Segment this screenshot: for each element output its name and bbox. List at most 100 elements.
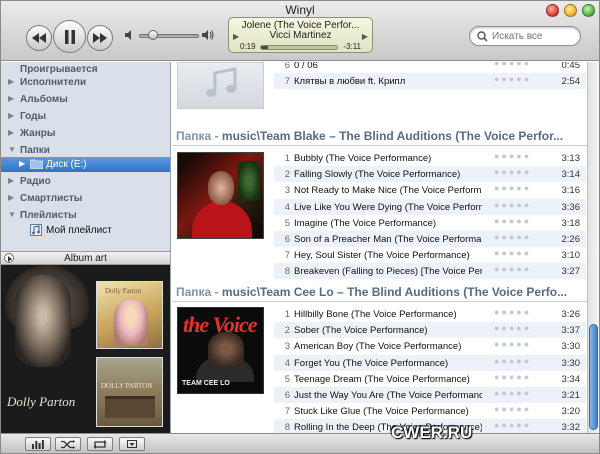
track-title: American Boy (The Voice Performance) (294, 341, 462, 353)
track-title: Stuck Like Glue (The Voice Performance) (294, 406, 469, 418)
track-duration: 3:13 (561, 153, 581, 164)
table-row[interactable]: 3 Not Ready to Make Nice (The Voice Perfo… (274, 182, 586, 198)
sidebar-item-genres[interactable]: ▶ Жанры (1, 126, 170, 141)
table-row[interactable]: 7 Клятвы в любви ft. Крипл ●●●●● 2:54 (274, 73, 586, 89)
rating-stars[interactable]: ●●●●● (494, 167, 531, 177)
rating-stars[interactable]: ●●●●● (494, 388, 531, 398)
rating-stars[interactable]: ●●●●● (494, 232, 531, 242)
table-row[interactable]: 8 Breakeven (Falling to Pieces) [The Voic… (274, 263, 586, 280)
volume-slider-knob[interactable] (148, 30, 158, 40)
rating-stars[interactable]: ●●●●● (494, 264, 531, 274)
window-close-button[interactable] (546, 4, 559, 17)
table-row[interactable]: 3 American Boy (The Voice Performance) ●●●… (274, 338, 586, 354)
track-duration: 3:21 (561, 390, 581, 401)
album-art-panel: Dolly Parton Dolly Parton DOLLY PARTON (1, 265, 171, 433)
track-title: Sober (The Voice Performance) (294, 325, 428, 337)
track-title: Hey, Soul Sister (The Voice Performance) (294, 250, 470, 262)
menu-button[interactable] (119, 437, 145, 451)
sidebar-item-smartlists[interactable]: ▶ Смартлисты (1, 191, 170, 206)
track-duration: 2:26 (561, 234, 581, 245)
lcd-more-icon[interactable]: ▶ (362, 32, 368, 41)
table-row[interactable]: 6 Just the Way You Are (The Voice Perform… (274, 387, 586, 403)
search-box[interactable] (469, 26, 581, 46)
window-minimize-button[interactable] (564, 4, 577, 17)
track-title: Breakeven (Falling to Pieces) [The Voice… (294, 266, 482, 278)
previous-track-button[interactable] (26, 25, 52, 51)
rating-stars[interactable]: ●●●●● (494, 151, 531, 161)
folder-icon (30, 159, 43, 169)
table-row[interactable]: 7 Stuck Like Glue (The Voice Performance)… (274, 403, 586, 419)
table-row[interactable]: 6 0 / 06 ●●●●● 0:45 (274, 62, 586, 73)
shuffle-button[interactable] (55, 437, 81, 451)
scrollbar-thumb[interactable] (589, 324, 598, 430)
thumb-1-text: Dolly Parton (105, 287, 141, 295)
rating-stars[interactable]: ●●●●● (494, 323, 531, 333)
album-art-thumb-2[interactable]: DOLLY PARTON (96, 357, 163, 427)
table-row[interactable]: 6 Son of a Preacher Man (The Voice Perfor… (274, 231, 586, 247)
folder-divider (172, 301, 587, 302)
sidebar-item-folders[interactable]: ▼ Папки (1, 143, 170, 158)
table-row[interactable]: 5 Imagine (The Voice Performance) ●●●●● 3:1… (274, 215, 586, 231)
rating-stars[interactable]: ●●●●● (494, 420, 531, 430)
next-track-button[interactable] (87, 25, 113, 51)
disclosure-triangle-icon[interactable]: ▶ (8, 193, 14, 202)
album-cover: the Voice TEAM CEE LO (177, 307, 264, 394)
equalizer-button[interactable] (25, 437, 51, 451)
sidebar-item-label: Радио (20, 176, 51, 187)
disclosure-triangle-icon[interactable]: ▼ (8, 210, 16, 219)
album-cover-placeholder (177, 62, 264, 109)
sidebar-item-artists[interactable]: ▶ Исполнители (1, 75, 170, 90)
rating-stars[interactable]: ●●●●● (494, 307, 531, 317)
search-input[interactable] (492, 29, 578, 43)
rating-stars[interactable]: ●●●●● (494, 216, 531, 226)
sidebar-item-years[interactable]: ▶ Годы (1, 109, 170, 124)
disclosure-triangle-icon[interactable]: ▶ (8, 111, 14, 120)
sidebar-item-playlists[interactable]: ▼ Плейлисты (1, 208, 170, 223)
table-row[interactable]: 1 Bubbly (The Voice Performance) ●●●●● 3:13 (274, 150, 586, 166)
track-title: Falling Slowly (The Voice Performance) (294, 169, 461, 181)
track-title: Son of a Preacher Man (The Voice Perform… (294, 234, 482, 245)
dropdown-menu-icon (127, 440, 137, 448)
rating-stars[interactable]: ●●●●● (494, 372, 531, 382)
table-row[interactable]: 4 Live Like You Were Dying (The Voice Per… (274, 198, 586, 215)
track-duration: 3:14 (561, 169, 581, 181)
rating-stars[interactable]: ●●●●● (494, 200, 531, 210)
shuffle-icon (61, 439, 75, 449)
track-duration: 3:30 (561, 341, 581, 353)
disclosure-triangle-icon[interactable]: ▼ (8, 145, 16, 154)
rating-stars[interactable]: ●●●●● (494, 339, 531, 349)
play-pause-button[interactable] (53, 20, 86, 53)
disclosure-triangle-icon[interactable]: ▶ (8, 77, 14, 86)
disclosure-triangle-icon[interactable]: ▶ (8, 128, 14, 137)
vertical-scrollbar[interactable] (587, 62, 599, 433)
repeat-button[interactable] (87, 437, 113, 451)
progress-bar[interactable] (260, 45, 338, 50)
table-row[interactable]: 2 Falling Slowly (The Voice Performance) ●… (274, 166, 586, 183)
table-row[interactable]: 1 Hillbilly Bone (The Voice Performance) ●… (274, 306, 586, 322)
rating-stars[interactable]: ●●●●● (494, 62, 531, 68)
lcd-play-icon[interactable]: ▶ (233, 32, 239, 41)
music-note-icon (206, 67, 237, 97)
disclosure-triangle-icon[interactable]: ▶ (19, 159, 25, 168)
disclosure-triangle-icon[interactable]: ▶ (8, 176, 14, 185)
disclosure-triangle-icon[interactable]: ▶ (8, 94, 14, 103)
table-row[interactable]: 2 Sober (The Voice Performance) ●●●●● 3:37 (274, 322, 586, 339)
sidebar-item-my-playlist[interactable]: Мой плейлист (1, 223, 170, 238)
window-maximize-button[interactable] (582, 4, 595, 17)
sidebar-item-disk-e[interactable]: ▶ Диск (E:) (1, 157, 170, 172)
album-art-thumb-1[interactable]: Dolly Parton (96, 281, 163, 349)
track-title: Hillbilly Bone (The Voice Performance) (294, 309, 457, 320)
track-duration: 3:18 (561, 217, 581, 229)
rating-stars[interactable]: ●●●●● (494, 404, 531, 414)
table-row[interactable]: 4 Forget You (The Voice Performance) ●●●●●… (274, 354, 586, 371)
table-row[interactable]: 7 Hey, Soul Sister (The Voice Performance… (274, 247, 586, 263)
track-number: 7 (284, 250, 290, 262)
sidebar-item-radio[interactable]: ▶ Радио (1, 174, 170, 189)
rating-stars[interactable]: ●●●●● (494, 183, 531, 193)
rating-stars[interactable]: ●●●●● (494, 356, 531, 366)
sidebar-item-albums[interactable]: ▶ Альбомы (1, 92, 170, 107)
rating-stars[interactable]: ●●●●● (494, 74, 531, 84)
table-row[interactable]: 5 Teenage Dream (The Voice Performance) ●●… (274, 371, 586, 387)
sidebar-item-label: Папки (20, 145, 50, 156)
rating-stars[interactable]: ●●●●● (494, 248, 531, 258)
